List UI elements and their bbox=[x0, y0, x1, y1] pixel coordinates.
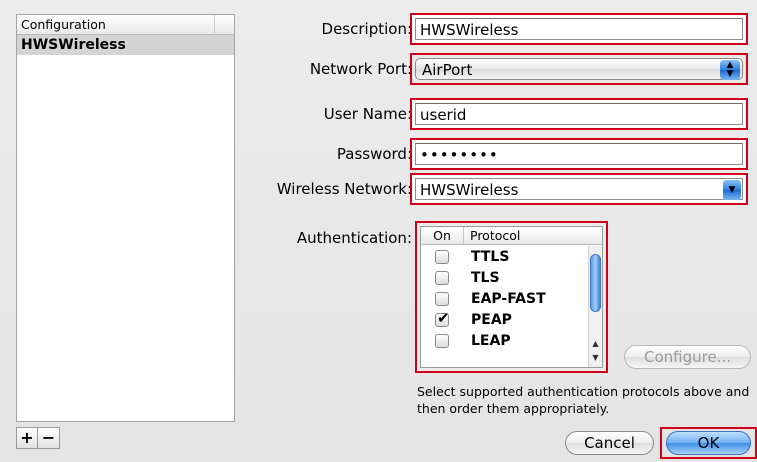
configure-button[interactable]: Configure... bbox=[624, 345, 751, 369]
authentication-label: Authentication: bbox=[296, 229, 412, 247]
authentication-table-header: On Protocol bbox=[421, 227, 602, 245]
checkmark-icon: ✔ bbox=[437, 308, 450, 327]
table-row[interactable]: ✔ PEAP bbox=[421, 309, 588, 330]
ok-button[interactable]: OK bbox=[666, 431, 751, 455]
table-row[interactable]: LEAP bbox=[421, 330, 588, 351]
table-row[interactable]: EAP-FAST bbox=[421, 288, 588, 309]
protocol-name: TTLS bbox=[471, 248, 510, 265]
protocol-name: LEAP bbox=[471, 332, 511, 349]
protocol-checkbox[interactable] bbox=[435, 249, 449, 264]
vertical-scrollbar[interactable]: ▲ ▼ bbox=[588, 246, 602, 367]
column-protocol-header[interactable]: Protocol bbox=[464, 227, 520, 244]
header-divider bbox=[214, 15, 215, 35]
chevron-down-icon[interactable]: ▼ bbox=[723, 180, 741, 200]
description-field-highlight: HWSWireless bbox=[410, 13, 748, 45]
wireless-network-combo[interactable]: HWSWireless ▼ bbox=[415, 178, 743, 200]
network-port-value: AirPort bbox=[422, 61, 473, 79]
table-row[interactable]: TLS bbox=[421, 267, 588, 288]
remove-configuration-button[interactable]: − bbox=[38, 427, 60, 449]
protocol-checkbox[interactable] bbox=[435, 291, 449, 306]
password-field-highlight: •••••••• bbox=[410, 138, 748, 170]
ok-button-highlight: OK bbox=[660, 427, 757, 459]
wireless-network-value: HWSWireless bbox=[420, 181, 519, 199]
cancel-button[interactable]: Cancel bbox=[565, 431, 654, 455]
protocol-checkbox[interactable] bbox=[435, 333, 449, 348]
user-name-label: User Name: bbox=[323, 105, 412, 123]
network-port-highlight: AirPort ▲ ▼ bbox=[410, 53, 748, 85]
list-controls: + − bbox=[16, 427, 60, 449]
password-input[interactable]: •••••••• bbox=[415, 143, 743, 165]
help-text: Select supported authentication protocol… bbox=[417, 384, 750, 416]
protocol-name: PEAP bbox=[471, 311, 512, 328]
password-label: Password: bbox=[336, 145, 412, 163]
scrollbar-thumb[interactable] bbox=[590, 254, 601, 312]
column-on-header[interactable]: On bbox=[421, 227, 464, 244]
network-port-label: Network Port: bbox=[309, 60, 412, 78]
configuration-item-label: HWSWireless bbox=[21, 37, 126, 53]
network-config-panel: Configuration HWSWireless + − Descriptio… bbox=[0, 0, 757, 462]
description-label: Description: bbox=[321, 20, 412, 38]
configuration-list[interactable]: Configuration HWSWireless bbox=[16, 14, 235, 422]
wireless-network-highlight: HWSWireless ▼ bbox=[410, 173, 748, 205]
protocol-checkbox[interactable]: ✔ bbox=[435, 308, 450, 327]
scroll-up-icon[interactable]: ▲ bbox=[589, 337, 602, 351]
network-port-popup[interactable]: AirPort ▲ ▼ bbox=[415, 58, 743, 80]
wireless-network-label: Wireless Network: bbox=[276, 180, 412, 198]
updown-arrows-icon: ▲ ▼ bbox=[720, 60, 740, 80]
user-name-input[interactable]: userid bbox=[415, 103, 743, 125]
user-name-field-highlight: userid bbox=[410, 98, 748, 130]
protocol-checkbox[interactable] bbox=[435, 270, 449, 285]
description-input[interactable]: HWSWireless bbox=[415, 18, 743, 40]
protocol-name: EAP-FAST bbox=[471, 290, 546, 307]
list-item[interactable]: HWSWireless bbox=[17, 35, 234, 55]
configuration-list-header: Configuration bbox=[17, 15, 234, 35]
authentication-table[interactable]: On Protocol TTLS TLS EAP-FAST ✔ PEAP LEAP ▲ ▼ bbox=[420, 226, 603, 368]
scroll-down-icon[interactable]: ▼ bbox=[589, 351, 602, 365]
table-row[interactable]: TTLS bbox=[421, 246, 588, 267]
authentication-rows: TTLS TLS EAP-FAST ✔ PEAP LEAP bbox=[421, 246, 588, 351]
configuration-header-label: Configuration bbox=[21, 17, 106, 32]
protocol-name: TLS bbox=[471, 269, 500, 286]
authentication-highlight: On Protocol TTLS TLS EAP-FAST ✔ PEAP LEAP ▲ ▼ bbox=[415, 221, 608, 373]
add-configuration-button[interactable]: + bbox=[16, 427, 38, 449]
